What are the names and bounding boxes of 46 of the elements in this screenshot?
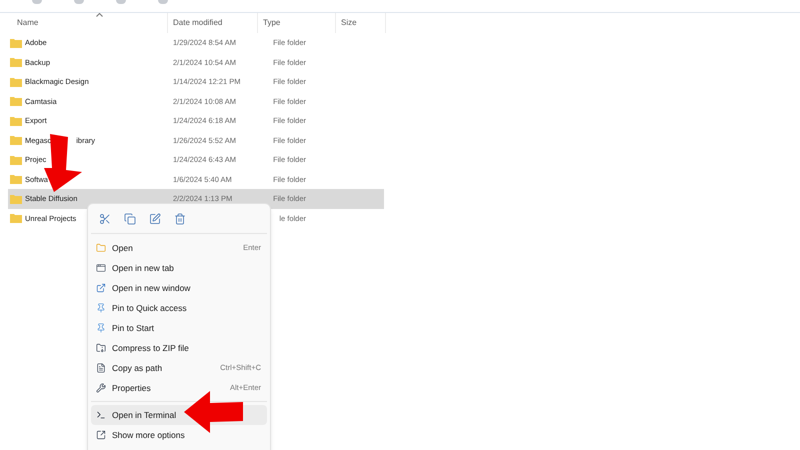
document-icon [96, 363, 106, 373]
column-header[interactable]: Type [258, 13, 336, 33]
menu-label: Show more options [112, 428, 186, 442]
folder-icon [10, 96, 22, 106]
menu-item[interactable]: Open in new tab [91, 258, 267, 278]
column-header[interactable]: Date modified [168, 13, 258, 33]
column-header[interactable]: Size [336, 13, 386, 33]
sort-caret-icon[interactable] [96, 13, 103, 17]
menu-item[interactable]: Pin to Start [91, 318, 267, 338]
menu-label: Pin to Start [112, 322, 156, 334]
menu-label: Properties [112, 382, 152, 394]
menu-label: Pin to Quick access [112, 302, 188, 314]
folder-icon [10, 57, 22, 68]
folder-icon [10, 76, 22, 87]
folder-icon [10, 135, 22, 146]
column-header[interactable]: Name [8, 13, 168, 33]
tab-icon [96, 263, 106, 273]
menu-label: Compress to ZIP file [112, 342, 190, 354]
menu-label: Open [112, 242, 134, 254]
menu-item[interactable]: Show more options [91, 425, 267, 445]
folder-icon [10, 116, 22, 126]
menu-label: Open in Terminal [112, 408, 178, 422]
delete-icon[interactable] [174, 213, 186, 225]
folder-icon [96, 243, 106, 253]
menu-item[interactable]: Open in new window [91, 278, 267, 298]
more-options-icon [96, 430, 106, 440]
folder-icon [10, 194, 22, 204]
folder-icon [10, 213, 22, 224]
zip-folder-icon [96, 343, 106, 353]
folder-icon [10, 154, 22, 165]
wrench-icon [96, 383, 106, 393]
terminal-icon [96, 410, 106, 420]
arrow-drawing [184, 391, 244, 433]
menu-label: Copy as path [112, 362, 164, 374]
window-icon [96, 283, 106, 293]
copy-icon[interactable] [124, 213, 136, 225]
menu-item[interactable]: Compress to ZIP file [91, 338, 267, 358]
menu-label: Open in new window [112, 282, 192, 294]
rename-icon[interactable] [149, 213, 161, 225]
folder-icon [10, 174, 22, 184]
pin-icon [96, 323, 106, 333]
cut-icon[interactable] [99, 213, 111, 225]
menu-label: Open in new tab [112, 262, 175, 274]
folder-icon [10, 38, 22, 48]
menu-item[interactable]: Pin to Quick access [91, 298, 267, 318]
pin-icon [96, 303, 106, 313]
